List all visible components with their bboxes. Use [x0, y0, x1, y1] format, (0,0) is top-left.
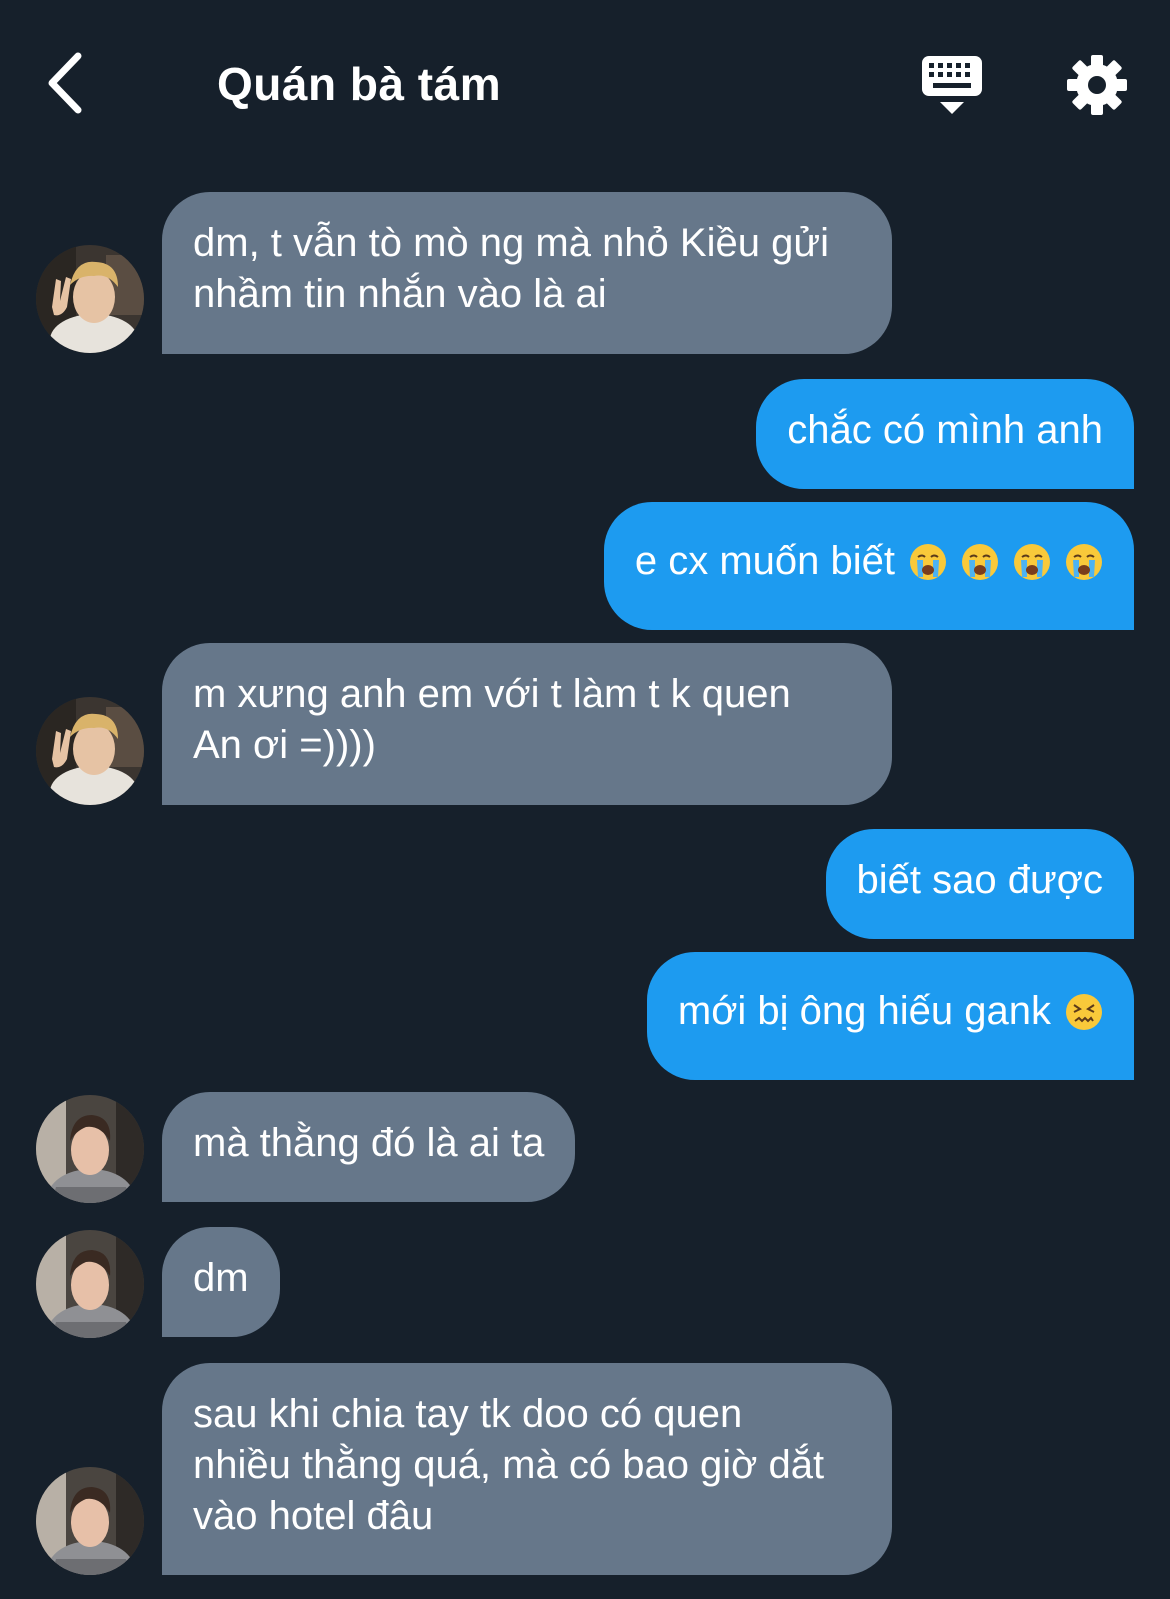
message-line: mới bị ông hiếu gank — [677, 989, 1051, 1033]
outgoing-message-bubble[interactable]: biết sao được — [825, 829, 1134, 939]
loudly-crying-face-icon — [1013, 543, 1051, 581]
message-line: sau khi chia tay tk doo có quen — [193, 1392, 743, 1436]
incoming-message-bubble[interactable]: sau khi chia tay tk doo có quen nhiều th… — [162, 1363, 892, 1575]
confounded-face-icon — [1065, 993, 1103, 1031]
outgoing-message-bubble[interactable]: mới bị ông hiếu gank — [646, 952, 1134, 1080]
message-line: An ơi =)))) — [193, 723, 376, 767]
message-line: mà thằng đó là ai ta — [193, 1121, 545, 1165]
incoming-message-bubble[interactable]: dm — [162, 1227, 280, 1337]
keyboard-button[interactable] — [920, 54, 986, 120]
message-line: chắc có mình anh — [787, 408, 1103, 452]
message-line: nhầm tin nhắn vào là ai — [193, 272, 607, 316]
sender-avatar[interactable] — [36, 1095, 144, 1203]
message-line: vào hotel đâu — [193, 1494, 434, 1538]
incoming-message-bubble[interactable]: mà thằng đó là ai ta — [162, 1092, 576, 1202]
message-line: e cx muốn biết — [634, 539, 895, 583]
sender-avatar[interactable] — [36, 697, 144, 805]
message-line: biết sao được — [856, 858, 1103, 902]
sender-avatar[interactable] — [36, 1230, 144, 1338]
keyboard-icon — [922, 56, 982, 114]
loudly-crying-face-icon — [909, 543, 947, 581]
loudly-crying-face-icon — [961, 543, 999, 581]
chevron-left-icon — [48, 52, 82, 114]
sender-avatar[interactable] — [36, 245, 144, 353]
settings-button[interactable] — [1066, 54, 1128, 116]
loudly-crying-face-icon — [1065, 543, 1103, 581]
chat-title: Quán bà tám — [217, 58, 502, 110]
message-line: nhiều thằng quá, mà có bao giờ dắt — [193, 1443, 825, 1487]
message-line: dm — [193, 1256, 249, 1300]
incoming-message-bubble[interactable]: dm, t vẫn tò mò ng mà nhỏ Kiều gửi nhầm … — [162, 192, 892, 354]
message-line: m xưng anh em với t làm t k quen — [193, 672, 791, 716]
outgoing-message-bubble[interactable]: e cx muốn biết — [603, 502, 1134, 630]
gear-icon — [1067, 55, 1127, 115]
incoming-message-bubble[interactable]: m xưng anh em với t làm t k quen An ơi =… — [162, 643, 892, 805]
back-button[interactable] — [40, 50, 100, 120]
message-line: dm, t vẫn tò mò ng mà nhỏ Kiều gửi — [193, 221, 829, 265]
sender-avatar[interactable] — [36, 1467, 144, 1575]
chat-header: Quán bà tám — [0, 0, 1170, 170]
outgoing-message-bubble[interactable]: chắc có mình anh — [756, 379, 1134, 489]
